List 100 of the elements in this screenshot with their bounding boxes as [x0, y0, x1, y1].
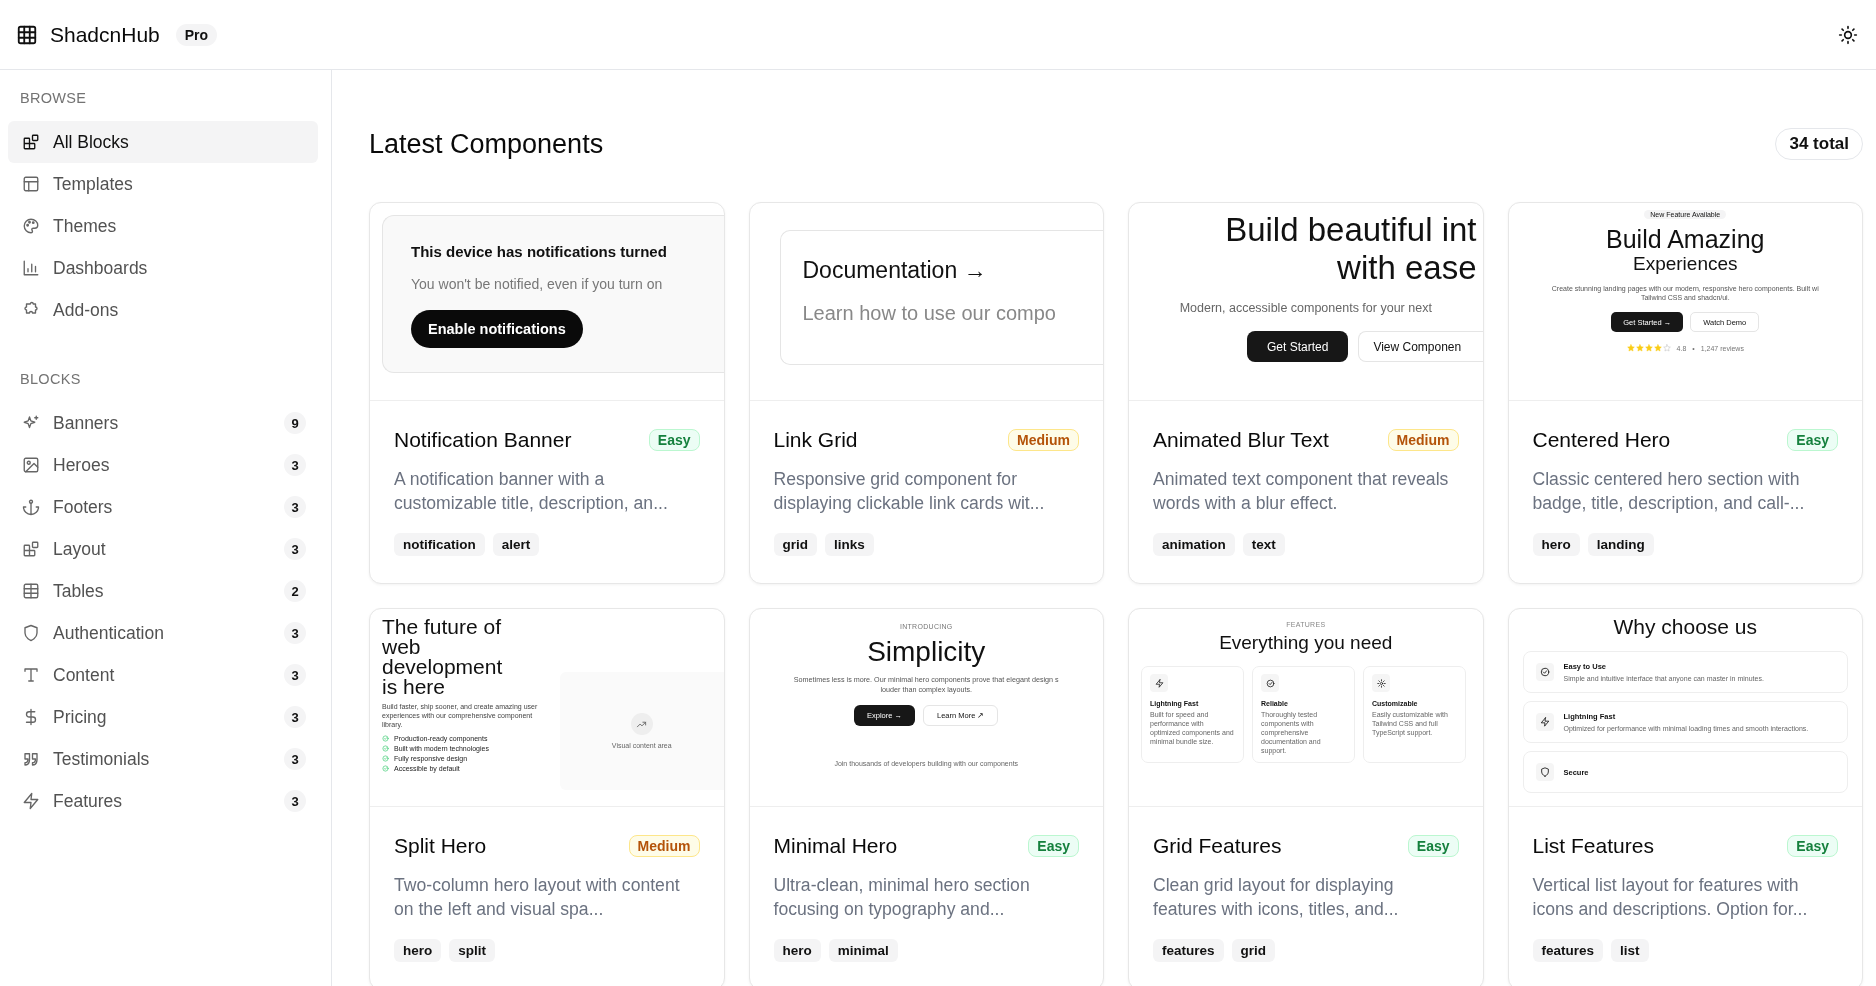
check-icon: [382, 734, 389, 742]
card-description: Vertical list layout for features with icons and descriptions. Option for...: [1532, 874, 1809, 921]
check-icon: [1539, 667, 1550, 677]
lightning-icon: [22, 792, 40, 810]
difficulty-badge: Easy: [1787, 429, 1838, 451]
count-badge: 3: [284, 538, 306, 560]
sidebar-item[interactable]: Themes: [8, 205, 318, 247]
component-card[interactable]: [1507, 202, 1863, 584]
card-title: Split Hero: [394, 833, 487, 859]
component-card[interactable]: Documentation → Learn how to use our compo Link Grid Medium Responsive grid component for displaying clickable link cards wit... grid links: [748, 202, 1104, 584]
card-title: Grid Features: [1153, 833, 1282, 859]
link-text: Learn how to use our compo: [802, 302, 1057, 325]
hero-heading: The future of web development is here: [382, 617, 504, 697]
tag: animation: [1153, 533, 1235, 556]
secondary-button[interactable]: View Componen: [1358, 331, 1483, 362]
enable-button[interactable]: Enable notifications: [411, 310, 583, 348]
tag: links: [825, 533, 874, 556]
sidebar-item[interactable]: Testimonials 3: [8, 738, 318, 780]
sidebar-item[interactable]: All Blocks: [8, 121, 318, 163]
check-icon: [382, 764, 389, 772]
link-card[interactable]: Documentation → Learn how to use our compo: [779, 230, 1103, 365]
card-title: Minimal Hero: [773, 833, 898, 859]
banner-text: You won't be notified, even if you turn on: [411, 276, 664, 292]
count-badge: 3: [284, 664, 306, 686]
card-description: Classic centered hero section with badge, title, description, and call-...: [1532, 468, 1806, 515]
hero-title: Build Amazing: [1606, 225, 1765, 253]
shield-icon: [1539, 767, 1550, 777]
link-title: Documentation →: [802, 257, 988, 284]
section-heading: BROWSE: [20, 90, 88, 106]
hero-text: Modern, accessible components for your next: [1178, 301, 1433, 315]
tag: grid: [1231, 939, 1276, 962]
sidebar-item[interactable]: Content 3: [8, 654, 318, 696]
tag: landing: [1587, 533, 1654, 556]
anchor-icon: [22, 498, 40, 516]
card-title: Link Grid: [773, 427, 858, 453]
card-title: Centered Hero: [1532, 427, 1671, 453]
tag: features: [1532, 939, 1604, 962]
shield-icon: [22, 624, 40, 642]
sidebar-item[interactable]: Templates: [8, 163, 318, 205]
sidebar-item[interactable]: Tables 2: [8, 570, 318, 612]
component-card[interactable]: [369, 202, 725, 584]
sidebar-item[interactable]: Features 3: [8, 780, 318, 822]
count-badge: 3: [284, 496, 306, 518]
logo-icon: [16, 23, 38, 46]
hero-subtitle: Experiences: [1632, 253, 1738, 275]
count-badge: 3: [284, 454, 306, 476]
card-description: Ultra-clean, minimal hero section focusing on typography and...: [773, 874, 1031, 921]
tag: alert: [492, 533, 540, 556]
image-icon: [22, 456, 40, 474]
sidebar-item[interactable]: Layout 3: [8, 528, 318, 570]
lightning-icon: [1539, 717, 1550, 727]
sidebar-item[interactable]: Heroes 3: [8, 444, 318, 486]
card-title: Animated Blur Text: [1153, 427, 1329, 453]
sun-icon: [1838, 24, 1858, 45]
tag: grid: [773, 533, 817, 556]
count-badge: 9: [284, 412, 306, 434]
check-icon: [382, 754, 389, 762]
difficulty-badge: Medium: [628, 835, 700, 857]
section-heading: Why choose us: [1613, 615, 1758, 639]
bar-chart-icon: [22, 259, 40, 277]
component-card[interactable]: [1128, 202, 1484, 584]
hero-heading: Build beautiful int with ease: [1224, 210, 1478, 287]
difficulty-badge: Easy: [648, 429, 700, 451]
tag: notification: [394, 533, 485, 556]
text-icon: [22, 666, 40, 684]
card-description: Clean grid layout for displaying features with icons, titles, and...: [1153, 874, 1400, 921]
sidebar-item[interactable]: Add-ons: [8, 289, 318, 331]
layout-icon: [22, 175, 40, 193]
page-title: Latest Components: [369, 128, 604, 160]
sidebar-item[interactable]: Authentication 3: [8, 612, 318, 654]
section-heading: BLOCKS: [20, 371, 82, 387]
tag: minimal: [828, 939, 898, 962]
tag: split: [449, 939, 496, 962]
count-badge: 3: [284, 748, 306, 770]
plan-badge: Pro: [175, 23, 218, 46]
card-description: Responsive grid component for displaying clickable link cards wit...: [773, 468, 1046, 515]
table-icon: [22, 582, 40, 600]
palette-icon: [22, 217, 40, 235]
count-badge: 3: [284, 706, 306, 728]
difficulty-badge: Medium: [1008, 429, 1079, 451]
lightning-icon: [1154, 678, 1164, 688]
sidebar-item[interactable]: Dashboards: [8, 247, 318, 289]
sidebar-item[interactable]: Pricing 3: [8, 696, 318, 738]
card-title: List Features: [1532, 833, 1654, 859]
blocks-icon: [22, 540, 40, 558]
hero-heading: Simplicity: [867, 636, 986, 668]
count-badge: 2: [284, 580, 306, 602]
tag: hero: [394, 939, 442, 962]
difficulty-badge: Easy: [1787, 835, 1838, 857]
sidebar-item[interactable]: Banners 9: [8, 402, 318, 444]
tag: features: [1153, 939, 1224, 962]
banner-title: This device has notifications turned: [411, 243, 668, 260]
count-badge: 3: [284, 790, 306, 812]
primary-button[interactable]: Get Started: [1247, 331, 1349, 362]
tag: hero: [1532, 533, 1580, 556]
tag: hero: [773, 939, 821, 962]
sidebar-item[interactable]: Footers 3: [8, 486, 318, 528]
difficulty-badge: Easy: [1407, 835, 1459, 857]
difficulty-badge: Medium: [1387, 429, 1459, 451]
gear-icon: [1376, 678, 1386, 688]
